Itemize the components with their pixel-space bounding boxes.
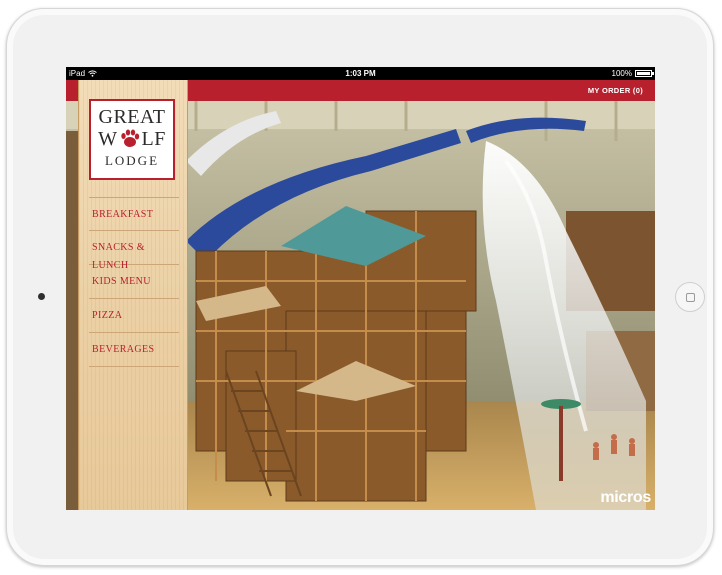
- status-right: 100%: [611, 67, 654, 80]
- menu-item-breakfast[interactable]: BREAKFAST: [89, 197, 179, 231]
- menu-item-pizza[interactable]: PIZZA: [89, 299, 179, 333]
- home-button-icon: [685, 292, 695, 302]
- my-order-button[interactable]: MY ORDER (0): [588, 80, 643, 101]
- battery-percent: 100%: [611, 69, 632, 78]
- category-menu: BREAKFAST SNACKS & LUNCH KIDS MENU PIZZA…: [89, 197, 179, 367]
- home-button[interactable]: [675, 282, 705, 312]
- battery-icon: [635, 70, 654, 77]
- sidebar: GREAT W LF LODGE BREAKFAST SNACKS & LUNC…: [78, 80, 188, 510]
- micros-logo: micros: [600, 489, 651, 506]
- great-wolf-lodge-logo: GREAT W LF LODGE: [89, 99, 175, 180]
- menu-item-beverages[interactable]: BEVERAGES: [89, 333, 179, 367]
- status-time: 1:03 PM: [345, 69, 376, 78]
- logo-line2: W LF: [91, 128, 173, 150]
- logo-line1: GREAT: [98, 106, 166, 128]
- logo-line2-left: W: [98, 128, 118, 150]
- paw-icon: [119, 128, 141, 150]
- status-bar: iPad 1:03 PM 100%: [66, 67, 655, 80]
- logo-line3: LODGE: [104, 153, 160, 168]
- logo-line2-right: LF: [141, 128, 166, 150]
- screen: iPad 1:03 PM 100% MY ORDER (0) micros GR…: [66, 67, 655, 510]
- camera-icon: [38, 293, 45, 300]
- menu-item-snacks-lunch[interactable]: SNACKS & LUNCH: [89, 231, 179, 271]
